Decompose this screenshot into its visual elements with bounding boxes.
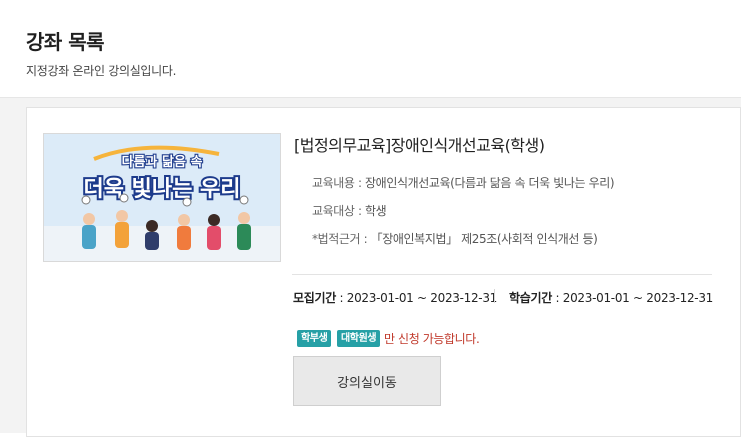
info-label: 교육내용 bbox=[312, 176, 355, 190]
divider bbox=[292, 274, 712, 275]
info-value: 「장애인복지법」 제25조(사회적 인식개선 등) bbox=[370, 232, 598, 246]
thumbnail-headline-main: 더욱 빛나는 우리 bbox=[84, 177, 241, 202]
course-thumbnail[interactable]: 다름과 닮음 속 더욱 빛나는 우리 bbox=[43, 133, 281, 262]
study-period-label: 학습기간 bbox=[509, 291, 552, 305]
course-title[interactable]: [법정의무교육]장애인식개선교육(학생) bbox=[294, 132, 545, 156]
page-description: 지정강좌 온라인 강의실입니다. bbox=[26, 64, 177, 78]
page-header: 강좌 목록 지정강좌 온라인 강의실입니다. bbox=[0, 0, 741, 98]
badge-graduate: 대학원생 bbox=[337, 330, 381, 347]
info-value: 학생 bbox=[365, 204, 387, 218]
study-period: 학습기간 : 2023-01-01 ~ 2023-12-31 bbox=[509, 291, 714, 305]
course-card: 다름과 닮음 속 더욱 빛나는 우리 [법정의무교육]장애인식개선교육(학생) … bbox=[26, 107, 741, 437]
info-row-content: 교육내용 : 장애인식개선교육(다름과 닮음 속 더욱 빛나는 우리) bbox=[312, 176, 615, 190]
course-thumbnail-illustration: 다름과 닮음 속 더욱 빛나는 우리 bbox=[44, 134, 280, 261]
page-title: 강좌 목록 bbox=[26, 30, 105, 54]
recruit-period-value: 2023-01-01 ~ 2023-12-31 bbox=[346, 291, 498, 305]
info-label: 교육대상 bbox=[312, 204, 355, 218]
recruit-period-label: 모집기간 bbox=[293, 291, 336, 305]
period-separator bbox=[494, 289, 495, 303]
study-period-value: 2023-01-01 ~ 2023-12-31 bbox=[562, 291, 714, 305]
info-row-target: 교육대상 : 학생 bbox=[312, 204, 387, 218]
badge-undergraduate: 학부생 bbox=[297, 330, 332, 347]
enter-classroom-button[interactable]: 강의실이동 bbox=[293, 356, 441, 406]
thumbnail-headline-top: 다름과 닮음 속 bbox=[122, 154, 203, 170]
eligibility-notice: 만 신청 가능합니다. bbox=[384, 332, 480, 346]
recruit-period: 모집기간 : 2023-01-01 ~ 2023-12-31 bbox=[293, 291, 498, 305]
info-row-legal-basis: *법적근거 : 「장애인복지법」 제25조(사회적 인식개선 등) bbox=[312, 232, 598, 246]
info-label: *법적근거 bbox=[312, 232, 361, 246]
info-value: 장애인식개선교육(다름과 닮음 속 더욱 빛나는 우리) bbox=[365, 176, 615, 190]
